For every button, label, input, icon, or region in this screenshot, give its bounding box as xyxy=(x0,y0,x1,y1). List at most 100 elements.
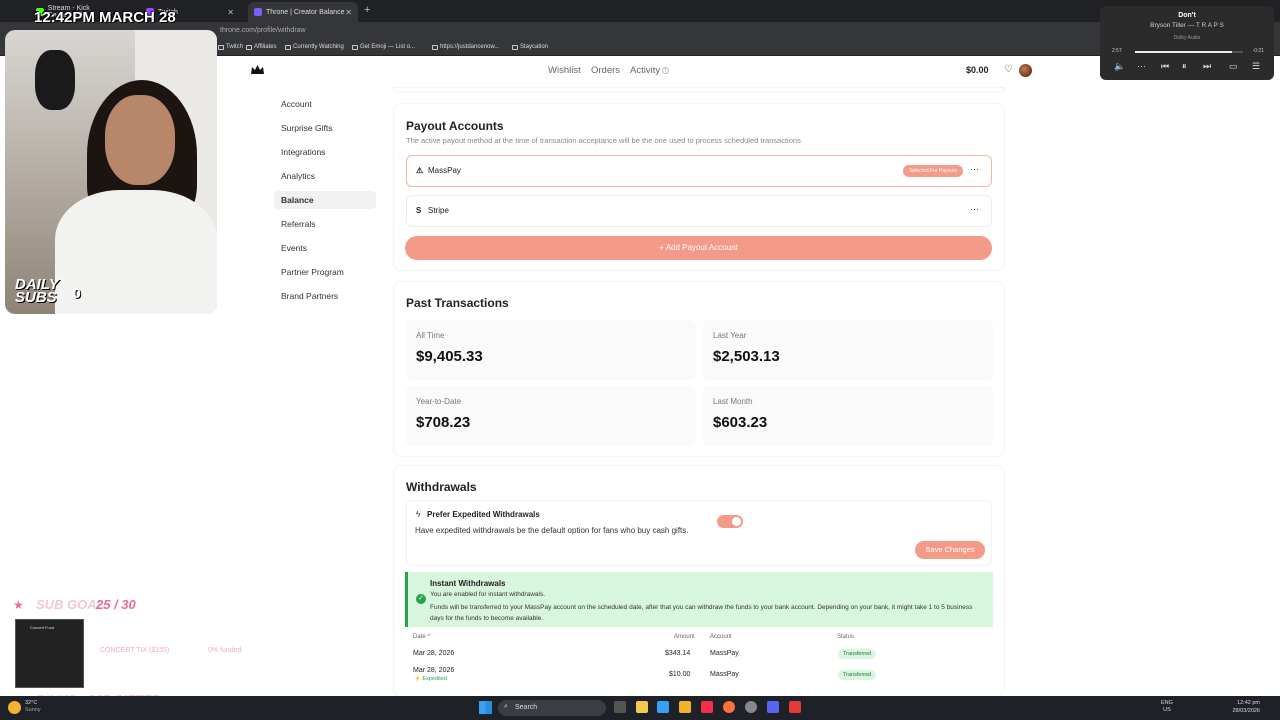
weather-description: Sunny xyxy=(25,707,41,713)
masspay-icon: ⚠ xyxy=(416,166,424,175)
column-header-date[interactable]: Date ^ xyxy=(413,634,430,640)
sidebar-item-surprise-gifts[interactable]: Surprise Gifts xyxy=(274,119,376,137)
stat-label: Last Month xyxy=(713,397,753,406)
nav-orders[interactable]: Orders xyxy=(591,65,620,76)
sidebar-item-events[interactable]: Events xyxy=(274,239,376,257)
stat-last-year: Last Year $2,503.13 xyxy=(703,320,993,380)
sidebar-item-account[interactable]: Account xyxy=(274,95,376,113)
folder-icon xyxy=(285,44,291,50)
lyrics-icon[interactable]: ▭ xyxy=(1229,61,1238,72)
payout-account-stripe[interactable]: S Stripe ··· xyxy=(406,195,992,227)
stream-clock: 12:42PM MARCH 28 xyxy=(34,9,176,26)
webcam-person-face xyxy=(105,95,175,185)
bookmark-twitch[interactable]: Twitch xyxy=(218,44,243,50)
throne-crown-logo-icon[interactable] xyxy=(250,64,265,76)
close-tab-icon[interactable]: ✕ xyxy=(227,8,234,17)
stat-value: $9,405.33 xyxy=(416,348,483,365)
bookmark-justdance[interactable]: https://justdancenow... xyxy=(432,44,499,50)
taskbar-search[interactable]: ⌕ Search xyxy=(498,700,606,716)
column-header-account: Account xyxy=(710,634,732,640)
previous-card-edge xyxy=(394,88,1004,91)
bookmark-icon xyxy=(218,44,224,50)
file-explorer-icon[interactable] xyxy=(679,701,691,713)
sidebar-item-referrals[interactable]: Referrals xyxy=(274,215,376,233)
next-track-icon[interactable]: ⏭ xyxy=(1203,61,1211,72)
input-language[interactable]: ENG US xyxy=(1161,700,1173,714)
sidebar-item-partner-program[interactable]: Partner Program xyxy=(274,263,376,281)
column-header-amount: Amount xyxy=(674,634,695,640)
sticky-notes-icon[interactable] xyxy=(636,701,648,713)
stat-value: $708.23 xyxy=(416,414,471,431)
sidebar-item-analytics[interactable]: Analytics xyxy=(274,167,376,185)
dolby-label: Dolby Audio xyxy=(1173,35,1201,41)
heart-icon[interactable]: ♡ xyxy=(1004,64,1013,75)
row-date: Mar 28, 2026 xyxy=(413,650,455,657)
concert-goal-percent: 0% funded xyxy=(208,647,242,654)
close-tab-icon[interactable]: ✕ xyxy=(345,8,352,17)
firefox-icon[interactable] xyxy=(723,701,735,713)
payout-account-name: Stripe xyxy=(428,206,449,215)
selected-for-payouts-badge: Selected For Payouts xyxy=(903,165,963,177)
daily-subs-count: 0 xyxy=(73,285,81,301)
track-progress-bar[interactable] xyxy=(1135,51,1243,53)
sub-goal-value: 25 / 30 xyxy=(96,597,136,612)
payout-accounts-subtitle: The active payout method at the time of … xyxy=(406,136,801,145)
music-app-icon[interactable] xyxy=(701,701,713,713)
nav-wishlist[interactable]: Wishlist xyxy=(548,65,581,76)
url-text: throne.com/profile/withdraw xyxy=(220,27,306,34)
sidebar-item-brand-partners[interactable]: Brand Partners xyxy=(274,287,376,305)
start-button[interactable] xyxy=(479,701,492,714)
bookmark-currently-watching[interactable]: Currently Watching xyxy=(285,44,344,50)
folder-icon xyxy=(512,44,518,50)
more-icon[interactable]: ··· xyxy=(1137,61,1146,71)
pause-icon[interactable]: ⏸ xyxy=(1182,61,1187,72)
bookmark-affiliates[interactable]: Affiliates xyxy=(246,44,277,50)
daily-subs-label: DAILY SUBS xyxy=(15,276,59,306)
tab-throne[interactable]: Throne | Creator Balance ✕ xyxy=(248,2,358,22)
stat-year-to-date: Year-to-Date $708.23 xyxy=(406,386,696,446)
avatar[interactable] xyxy=(1019,64,1032,77)
task-view-icon[interactable] xyxy=(614,701,626,713)
queue-icon[interactable]: ☰ xyxy=(1252,61,1260,72)
bookmark-get-emoji[interactable]: Get Emoji — List o... xyxy=(352,44,415,50)
region-code: US xyxy=(1163,707,1171,713)
save-changes-button[interactable]: Save Changes xyxy=(915,541,985,559)
row-account: MassPay xyxy=(710,650,739,657)
status-badge: Transferred xyxy=(838,670,877,680)
expedited-toggle[interactable] xyxy=(717,515,743,528)
more-options-icon[interactable]: ··· xyxy=(970,204,979,214)
todo-icon[interactable] xyxy=(657,701,669,713)
track-title: Don't xyxy=(1178,12,1196,19)
nav-activity[interactable]: Activity! xyxy=(630,65,670,76)
sidebar-item-balance[interactable]: Balance xyxy=(274,191,376,209)
track-progress-fill xyxy=(1135,51,1233,53)
previous-track-icon[interactable]: ⏮ xyxy=(1161,61,1169,72)
expedited-pref-description: Have expedited withdrawals be the defaul… xyxy=(415,526,689,535)
media-player-widget: Don't Bryson Tiller — T R A P S Dolby Au… xyxy=(1100,6,1274,80)
steam-icon[interactable] xyxy=(745,701,757,713)
payout-account-masspay[interactable]: ⚠ MassPay Selected For Payouts ··· xyxy=(406,155,992,187)
header-balance[interactable]: $0.00 xyxy=(966,65,989,75)
sidebar-item-integrations[interactable]: Integrations xyxy=(274,143,376,161)
clock-time: 12:42 pm xyxy=(1237,700,1260,706)
recording-app-icon[interactable] xyxy=(789,701,801,713)
instant-withdrawals-title: Instant Withdrawals xyxy=(430,579,506,588)
status-badge: Transferred xyxy=(838,649,877,659)
stat-value: $2,503.13 xyxy=(713,348,780,365)
volume-icon[interactable]: 🔈 xyxy=(1114,61,1125,72)
concert-fund-thumbnail: Concert Fund xyxy=(15,619,84,688)
more-options-icon[interactable]: ··· xyxy=(970,164,979,174)
add-payout-account-button[interactable]: + Add Payout Account xyxy=(405,236,992,260)
search-icon: ⌕ xyxy=(504,703,508,710)
instant-withdrawals-line: You are enabled for instant withdrawals. xyxy=(430,591,546,598)
concert-fund-thumb-title: Concert Fund xyxy=(30,625,55,630)
taskbar-clock[interactable]: 12:42 pm 28/03/2026 xyxy=(1230,699,1260,715)
new-tab-button[interactable]: + xyxy=(364,4,370,16)
folder-icon xyxy=(246,44,252,50)
bookmark-staycation[interactable]: Staycation xyxy=(512,44,548,50)
payout-account-name: MassPay xyxy=(428,166,461,175)
discord-icon[interactable] xyxy=(767,701,779,713)
star-icon: ★ xyxy=(13,598,24,612)
row-date: Mar 28, 2026 xyxy=(413,667,455,674)
sun-icon xyxy=(8,701,21,714)
